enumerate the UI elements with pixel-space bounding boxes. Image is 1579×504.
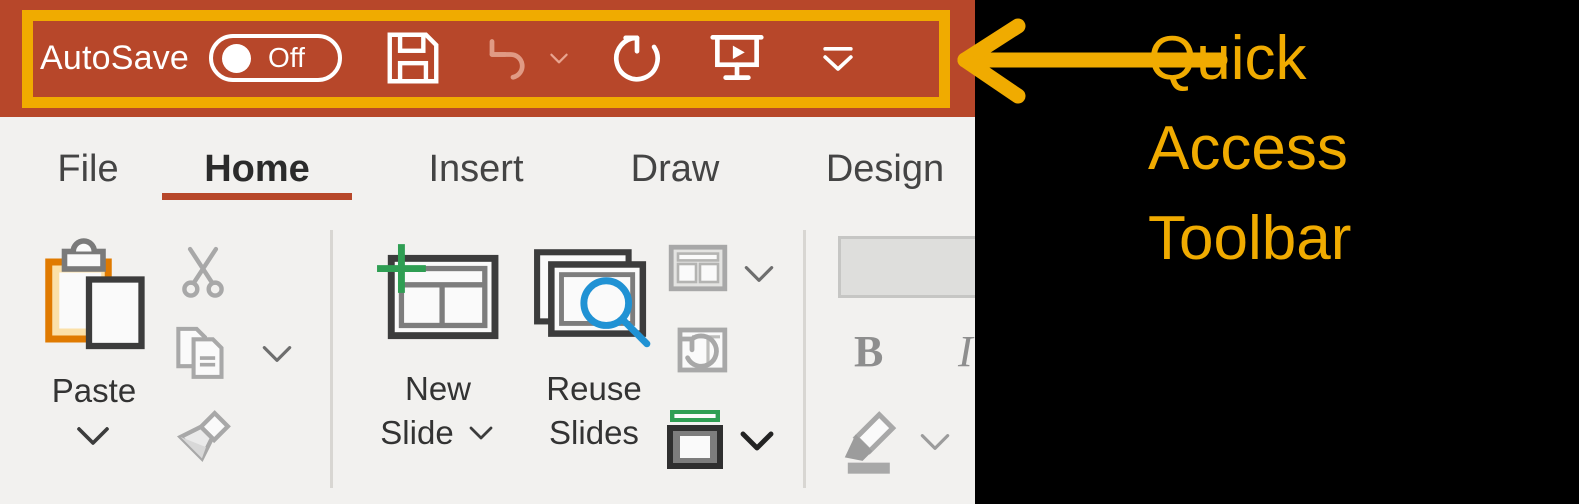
toggle-knob: [222, 43, 252, 73]
tab-insert[interactable]: Insert: [396, 117, 556, 222]
italic-label: I: [958, 327, 973, 376]
reset-button[interactable]: [668, 326, 728, 374]
reuse-slides-label: Reuse Slides: [514, 370, 674, 452]
chevron-down-icon: [469, 426, 493, 440]
bold-button[interactable]: B: [854, 326, 883, 377]
new-slide-label-line2: Slide: [380, 414, 454, 451]
paste-dropdown-button[interactable]: [72, 420, 114, 452]
save-button[interactable]: [382, 27, 444, 89]
chevron-down-icon: [77, 427, 109, 445]
screenshot-root: AutoSave Off File Home Insert Draw Desig…: [0, 0, 1579, 504]
new-slide-label-line1: New: [404, 370, 472, 407]
autosave-toggle[interactable]: Off: [209, 34, 343, 82]
font-name-combobox[interactable]: [838, 236, 975, 298]
section-icon: [667, 410, 723, 469]
layout-dropdown-button[interactable]: [740, 260, 778, 288]
cut-button[interactable]: [172, 240, 234, 302]
tab-file[interactable]: File: [38, 117, 138, 222]
text-highlight-color-button[interactable]: [836, 406, 910, 478]
autosave-state-label: Off: [268, 42, 305, 73]
reuse-slides-icon: [534, 249, 651, 348]
chevron-down-icon: [262, 346, 292, 362]
text-highlight-dropdown-button[interactable]: [916, 428, 954, 456]
autosave-label: AutoSave: [40, 38, 190, 77]
section-button[interactable]: [666, 408, 724, 470]
start-presentation-button[interactable]: [706, 27, 768, 89]
tab-label: Home: [204, 148, 310, 190]
presentation-screen-icon: [710, 35, 764, 80]
title-bar: AutoSave Off: [0, 0, 975, 117]
reuse-slides-button[interactable]: [524, 236, 660, 362]
group-divider: [803, 230, 806, 488]
tab-home[interactable]: Home: [162, 117, 352, 222]
section-dropdown-button[interactable]: [736, 426, 778, 456]
reuse-slides-label-line2: Slides: [549, 414, 639, 451]
annotation-label-line1: Quick: [1148, 24, 1307, 93]
paste-label: Paste: [51, 372, 137, 409]
chevron-down-icon: [740, 431, 774, 451]
quick-access-toolbar: AutoSave Off: [40, 22, 860, 94]
undo-button[interactable]: [478, 28, 538, 88]
annotation-label-line2: Access: [1148, 114, 1348, 183]
format-painter-button[interactable]: [172, 404, 238, 470]
floppy-disk-icon: [387, 32, 439, 84]
clipboard-paste-icon: [45, 238, 145, 350]
chevron-down-icon: [744, 266, 774, 282]
powerpoint-window: AutoSave Off File Home Insert Draw Desig…: [0, 0, 975, 504]
group-divider: [330, 230, 333, 488]
tab-draw[interactable]: Draw: [600, 117, 750, 222]
copy-documents-icon: [176, 326, 224, 379]
customize-quick-access-toolbar-button[interactable]: [816, 36, 860, 80]
new-slide-button[interactable]: [368, 236, 504, 362]
active-tab-underline: [162, 193, 352, 200]
new-slide-dropdown-button[interactable]: [466, 422, 496, 444]
new-slide-icon: [377, 244, 499, 340]
tab-label: File: [57, 148, 119, 190]
redo-arrow-icon: [614, 35, 660, 82]
redo-button[interactable]: [606, 27, 668, 89]
slide-layout-icon: [668, 244, 728, 292]
layout-button[interactable]: [668, 244, 728, 292]
new-slide-label: New Slide: [358, 370, 518, 452]
bold-label: B: [854, 327, 884, 376]
ribbon-content: Paste New Slide Reuse Slides B I: [0, 222, 975, 504]
copy-dropdown-button[interactable]: [258, 340, 296, 368]
italic-button[interactable]: I: [958, 326, 973, 377]
highlighter-pen-icon: [844, 411, 897, 474]
annotation-label-line3: Toolbar: [1148, 204, 1352, 273]
tab-label: Insert: [428, 148, 524, 190]
paste-button[interactable]: [40, 234, 152, 374]
reuse-slides-label-line1: Reuse: [546, 370, 642, 407]
scissors-icon: [182, 246, 224, 298]
tab-design[interactable]: Design: [790, 117, 975, 222]
ribbon-tabs: File Home Insert Draw Design: [0, 117, 975, 222]
reset-slide-icon: [677, 327, 728, 373]
tab-label: Draw: [630, 148, 720, 190]
undo-dropdown-button[interactable]: [546, 45, 572, 71]
bar-chevron-down-icon: [823, 46, 853, 71]
chevron-down-icon: [550, 53, 568, 64]
undo-arrow-icon: [489, 39, 525, 80]
tab-label: Design: [825, 148, 945, 190]
chevron-down-icon: [920, 434, 950, 450]
copy-button[interactable]: [172, 322, 238, 384]
format-painter-brush-icon: [176, 410, 231, 462]
